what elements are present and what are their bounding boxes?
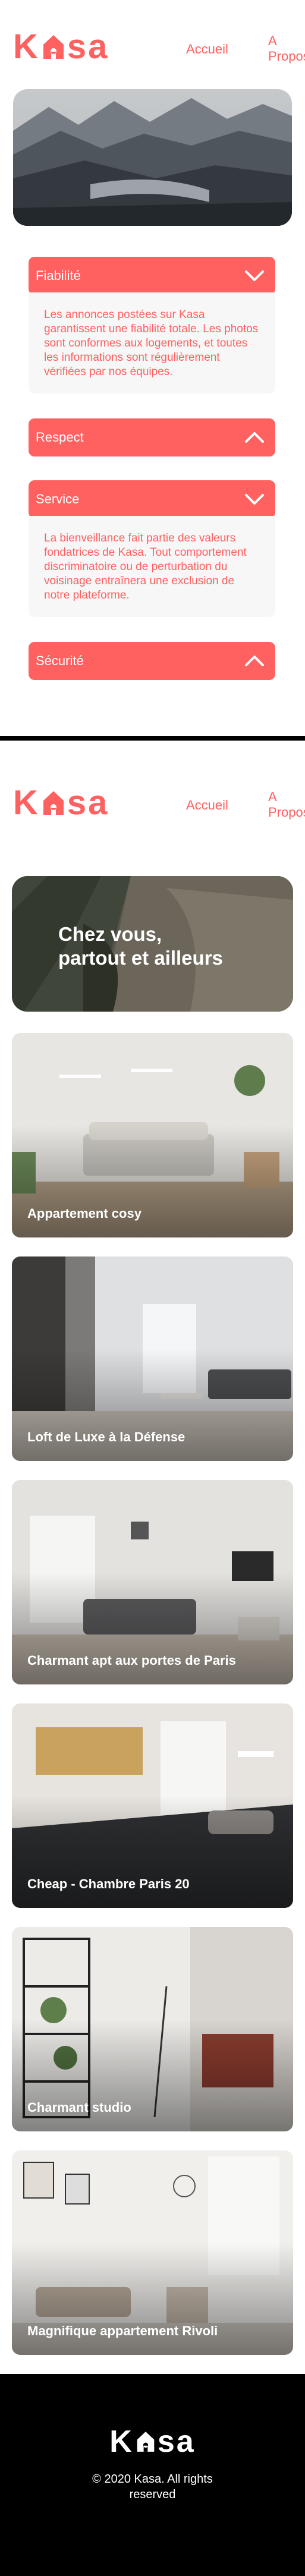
mountain-landscape-image [13, 89, 292, 226]
nav-link-home[interactable]: Accueil [186, 798, 228, 813]
collapse-title: Sécurité [36, 653, 84, 668]
copyright-line1: © 2020 Kasa. All rights [92, 2473, 213, 2486]
kasa-logo[interactable]: K sa [13, 786, 109, 820]
listing-card[interactable]: Charmant apt aux portes de Paris [12, 1480, 293, 1684]
logo-letters-sa: sa [67, 27, 109, 66]
house-icon [43, 35, 64, 59]
about-collapses: Fiabilité Les annonces postées sur Kasa … [29, 257, 275, 680]
hero-title: Chez vous, partout et ailleurs [58, 922, 223, 970]
chevron-down-icon[interactable] [244, 269, 265, 282]
listing-card[interactable]: Loft de Luxe à la Défense [12, 1256, 293, 1461]
collapse-title: Fiabilité [36, 268, 81, 283]
copyright-line2: reserved [129, 2488, 176, 2501]
header-about: K sa Accueil A Propos [0, 0, 305, 89]
chevron-up-icon[interactable] [244, 654, 265, 667]
listing-title: Loft de Luxe à la Défense [27, 1429, 185, 1444]
page: K sa Accueil A Propos [0, 0, 305, 2576]
chevron-down-icon[interactable] [244, 493, 265, 506]
main-nav: Accueil A Propos [168, 789, 305, 829]
footer-logo-letters-sa: sa [157, 2424, 196, 2459]
listings-gallery: Appartement cosy Loft de Luxe à la Défen… [12, 1033, 293, 2355]
home-hero-banner: Chez vous, partout et ailleurs [12, 876, 293, 1012]
collapse-body-fiabilite: Les annonces postées sur Kasa garantisse… [29, 292, 275, 393]
listing-title: Magnifique appartement Rivoli [27, 2323, 218, 2338]
listing-card[interactable]: Appartement cosy [12, 1033, 293, 1237]
house-icon [137, 2432, 155, 2452]
house-icon [43, 791, 64, 815]
nav-link-home[interactable]: Accueil [186, 42, 228, 57]
about-banner-image [13, 89, 292, 226]
listing-title: Cheap - Chambre Paris 20 [27, 1876, 190, 1891]
hero-title-line1: Chez vous, [58, 923, 162, 945]
collapse-header-fiabilite[interactable]: Fiabilité [29, 257, 275, 295]
chevron-up-icon[interactable] [244, 431, 265, 444]
kasa-logo[interactable]: K sa [13, 30, 109, 64]
listing-title: Charmant studio [27, 2100, 131, 2115]
listing-card[interactable]: Cheap - Chambre Paris 20 [12, 1703, 293, 1908]
collapse-header-respect[interactable]: Respect [29, 418, 275, 456]
logo-letter-k: K [13, 27, 40, 66]
hero-title-line2: partout et ailleurs [58, 947, 223, 969]
logo-letter-k: K [13, 783, 40, 822]
collapse-title: Service [36, 492, 80, 506]
logo-letters-sa: sa [67, 783, 109, 822]
listing-title: Charmant apt aux portes de Paris [27, 1653, 236, 1668]
page-divider [0, 736, 305, 741]
footer-logo: K sa [0, 2424, 305, 2460]
listing-title: Appartement cosy [27, 1206, 142, 1221]
collapse-body-service: La bienveillance fait partie des valeurs… [29, 516, 275, 617]
main-nav: Accueil A Propos [168, 33, 305, 73]
collapse-header-securite[interactable]: Sécurité [29, 642, 275, 680]
footer: K sa © 2020 Kasa. All rights reserved [0, 2374, 305, 2576]
collapse-header-service[interactable]: Service [29, 480, 275, 518]
copyright-text: © 2020 Kasa. All rights reserved [0, 2471, 305, 2502]
listing-card[interactable]: Magnifique appartement Rivoli [12, 2150, 293, 2355]
listing-card[interactable]: Charmant studio [12, 1927, 293, 2131]
nav-link-about[interactable]: A Propos [268, 789, 305, 820]
header-home: K sa Accueil A Propos [0, 741, 305, 855]
nav-link-about[interactable]: A Propos [268, 33, 305, 64]
collapse-title: Respect [36, 430, 84, 445]
footer-logo-letter-k: K [109, 2424, 134, 2459]
